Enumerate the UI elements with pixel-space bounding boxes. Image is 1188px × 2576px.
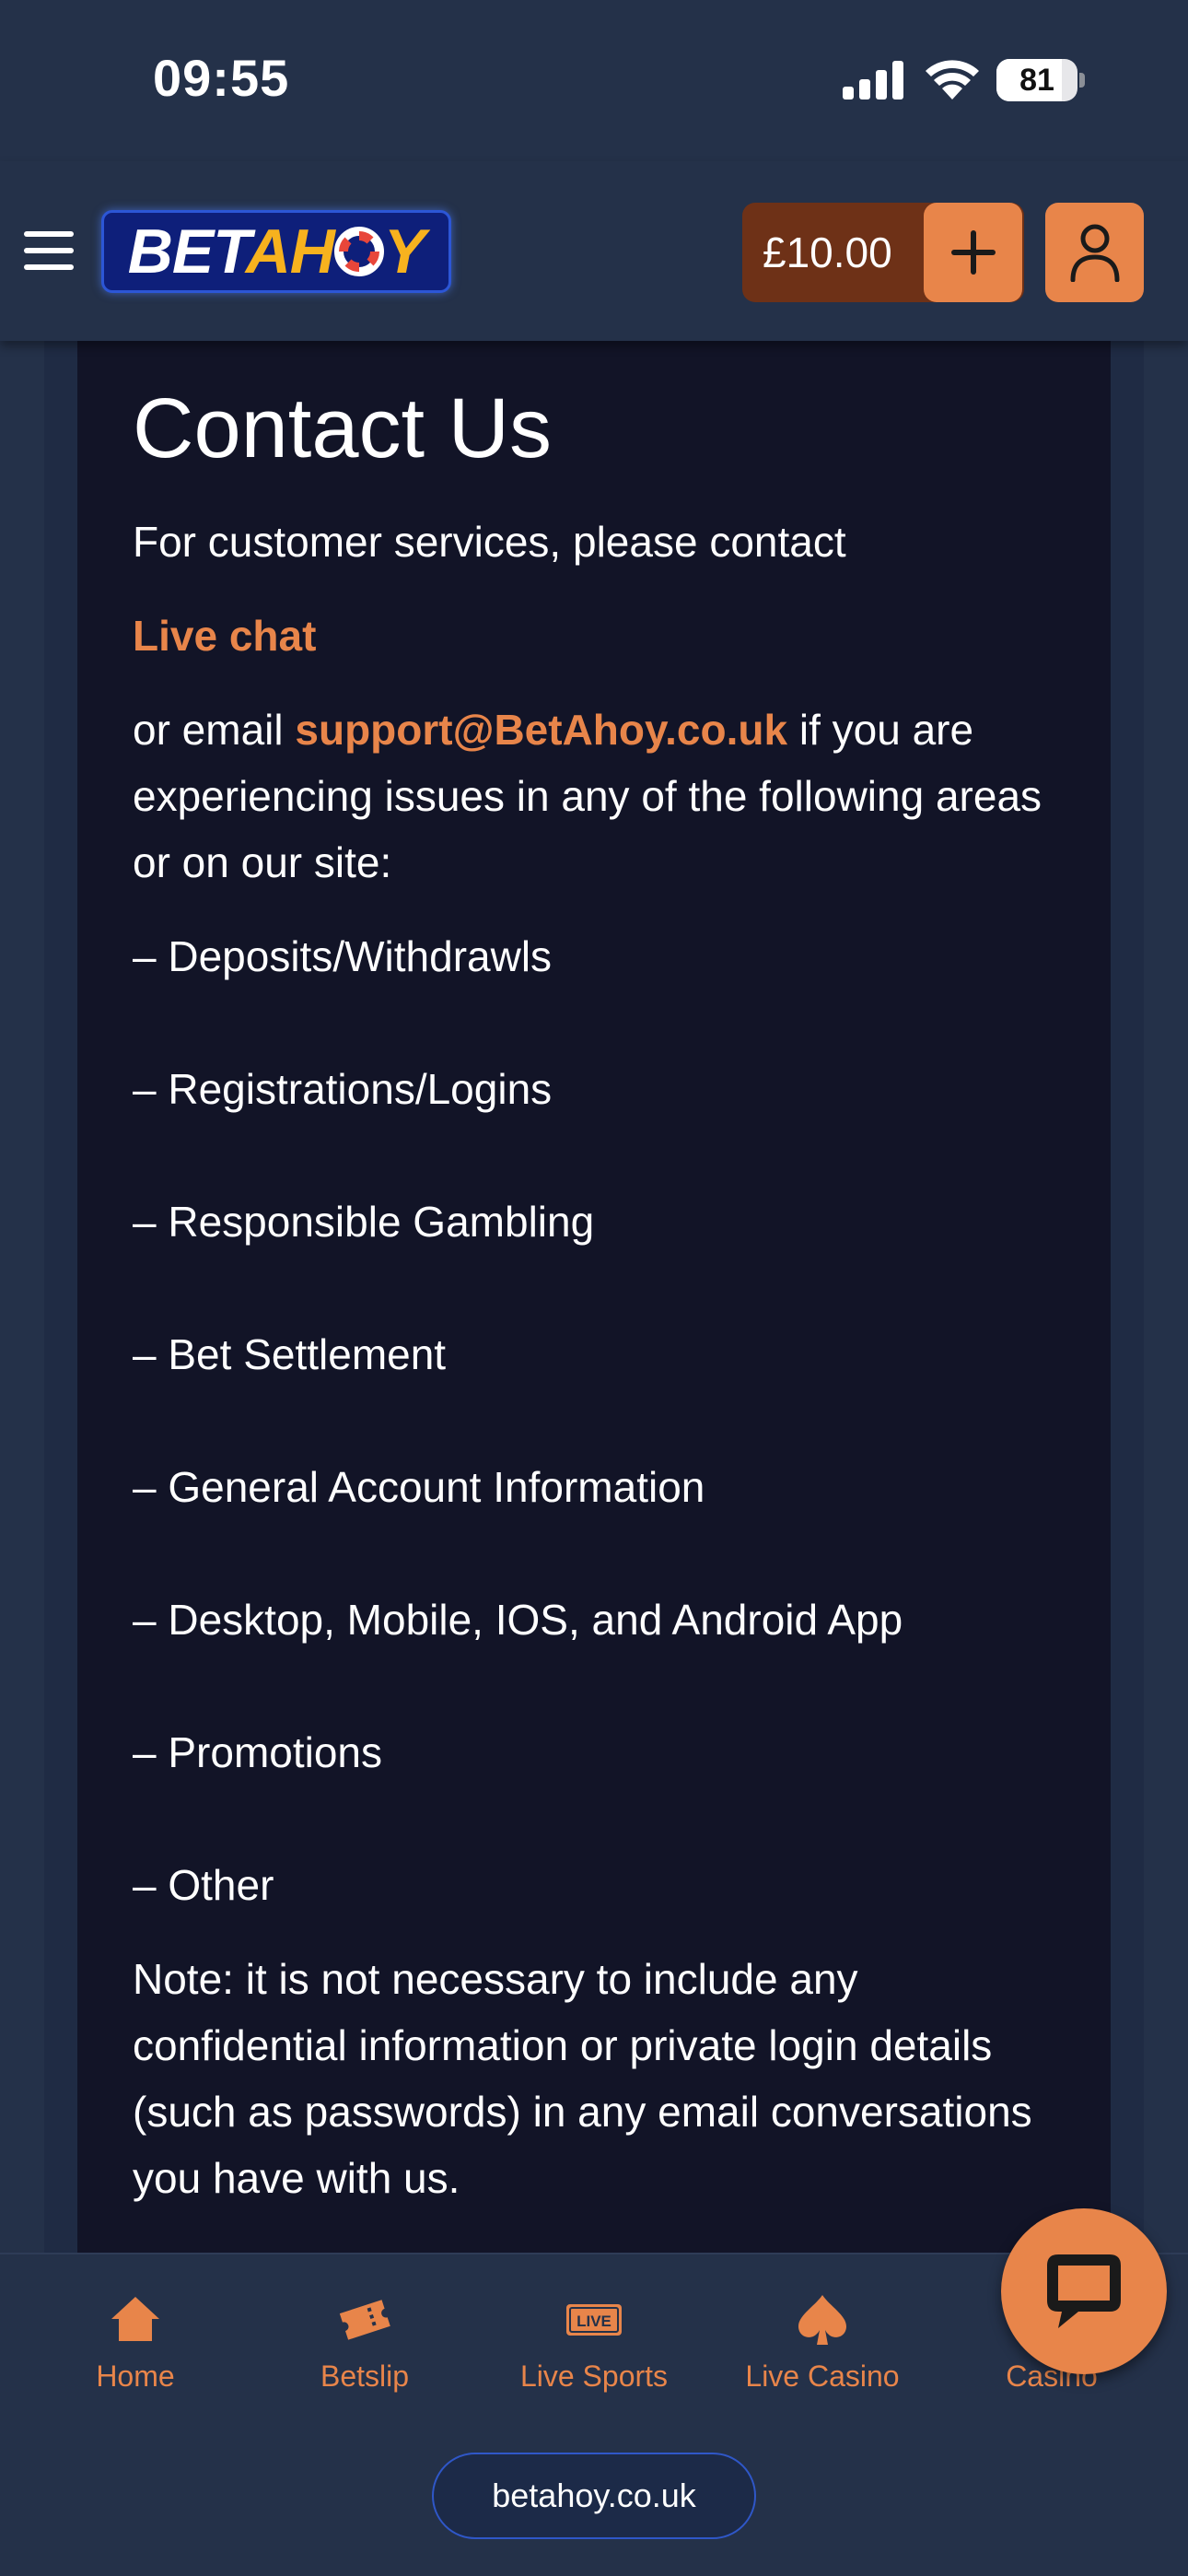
- chat-bubble-icon: [1047, 2254, 1121, 2328]
- menu-button[interactable]: [22, 228, 77, 274]
- spade-icon: [798, 2295, 846, 2345]
- email-paragraph: or email support@BetAhoy.co.uk if you ar…: [133, 706, 1042, 887]
- balance-amount: £10.00: [763, 228, 892, 276]
- nav-live-casino[interactable]: Live Casino: [716, 2291, 928, 2394]
- note-text: Note: it is not necessary to include any…: [133, 1955, 1032, 2203]
- intro-text: For customer services, please contact: [133, 518, 846, 567]
- wifi-icon: [926, 60, 979, 100]
- issue-list: – Deposits/Withdrawls – Registrations/Lo…: [133, 923, 1063, 1918]
- list-item: – Desktop, Mobile, IOS, and Android App: [133, 1596, 903, 1645]
- logo-part-ahoy: AH Y: [245, 217, 426, 287]
- battery-level: 81: [1019, 63, 1054, 98]
- list-item: – Responsible Gambling: [133, 1198, 595, 1247]
- page: 09:55 81 BETAH Y £10.00 Contact Us For c…: [0, 0, 1188, 2576]
- signal-icon: [843, 61, 903, 100]
- ticket-icon: [339, 2300, 390, 2340]
- lifebuoy-icon: [333, 227, 384, 276]
- battery-icon: 81: [996, 59, 1085, 101]
- list-item: – Bet Settlement: [133, 1330, 447, 1379]
- site-url-pill[interactable]: betahoy.co.uk: [432, 2453, 756, 2539]
- app-header: BETAH Y £10.00: [0, 161, 1188, 341]
- betahoy-logo[interactable]: BETAH Y: [101, 210, 451, 293]
- nav-home[interactable]: Home: [29, 2291, 241, 2394]
- menu-icon: [24, 231, 74, 237]
- user-icon: [1070, 224, 1120, 282]
- status-time: 09:55: [153, 49, 290, 107]
- live-chat-button[interactable]: [1001, 2208, 1167, 2374]
- plus-icon: [951, 230, 996, 275]
- live-chat-link[interactable]: Live chat: [133, 612, 316, 660]
- list-item: – General Account Information: [133, 1463, 705, 1512]
- live-badge-icon: LIVE: [566, 2304, 622, 2336]
- logo-part-bet: BET: [127, 217, 247, 287]
- page-title: Contact Us: [133, 381, 553, 475]
- home-icon: [111, 2297, 159, 2341]
- list-item: – Other: [133, 1861, 274, 1910]
- support-email-link[interactable]: support@BetAhoy.co.uk: [295, 706, 787, 754]
- status-bar: 09:55 81: [0, 0, 1188, 161]
- nav-betslip[interactable]: Betslip: [259, 2291, 471, 2394]
- list-item: – Promotions: [133, 1728, 383, 1777]
- nav-live-sports[interactable]: LIVE Live Sports: [488, 2291, 700, 2394]
- content-card: Contact Us For customer services, please…: [77, 341, 1111, 2253]
- list-item: – Deposits/Withdrawls: [133, 932, 553, 981]
- account-button[interactable]: [1045, 203, 1144, 302]
- deposit-button[interactable]: [924, 203, 1022, 302]
- svg-text:LIVE: LIVE: [577, 2313, 611, 2330]
- list-item: – Registrations/Logins: [133, 1065, 553, 1114]
